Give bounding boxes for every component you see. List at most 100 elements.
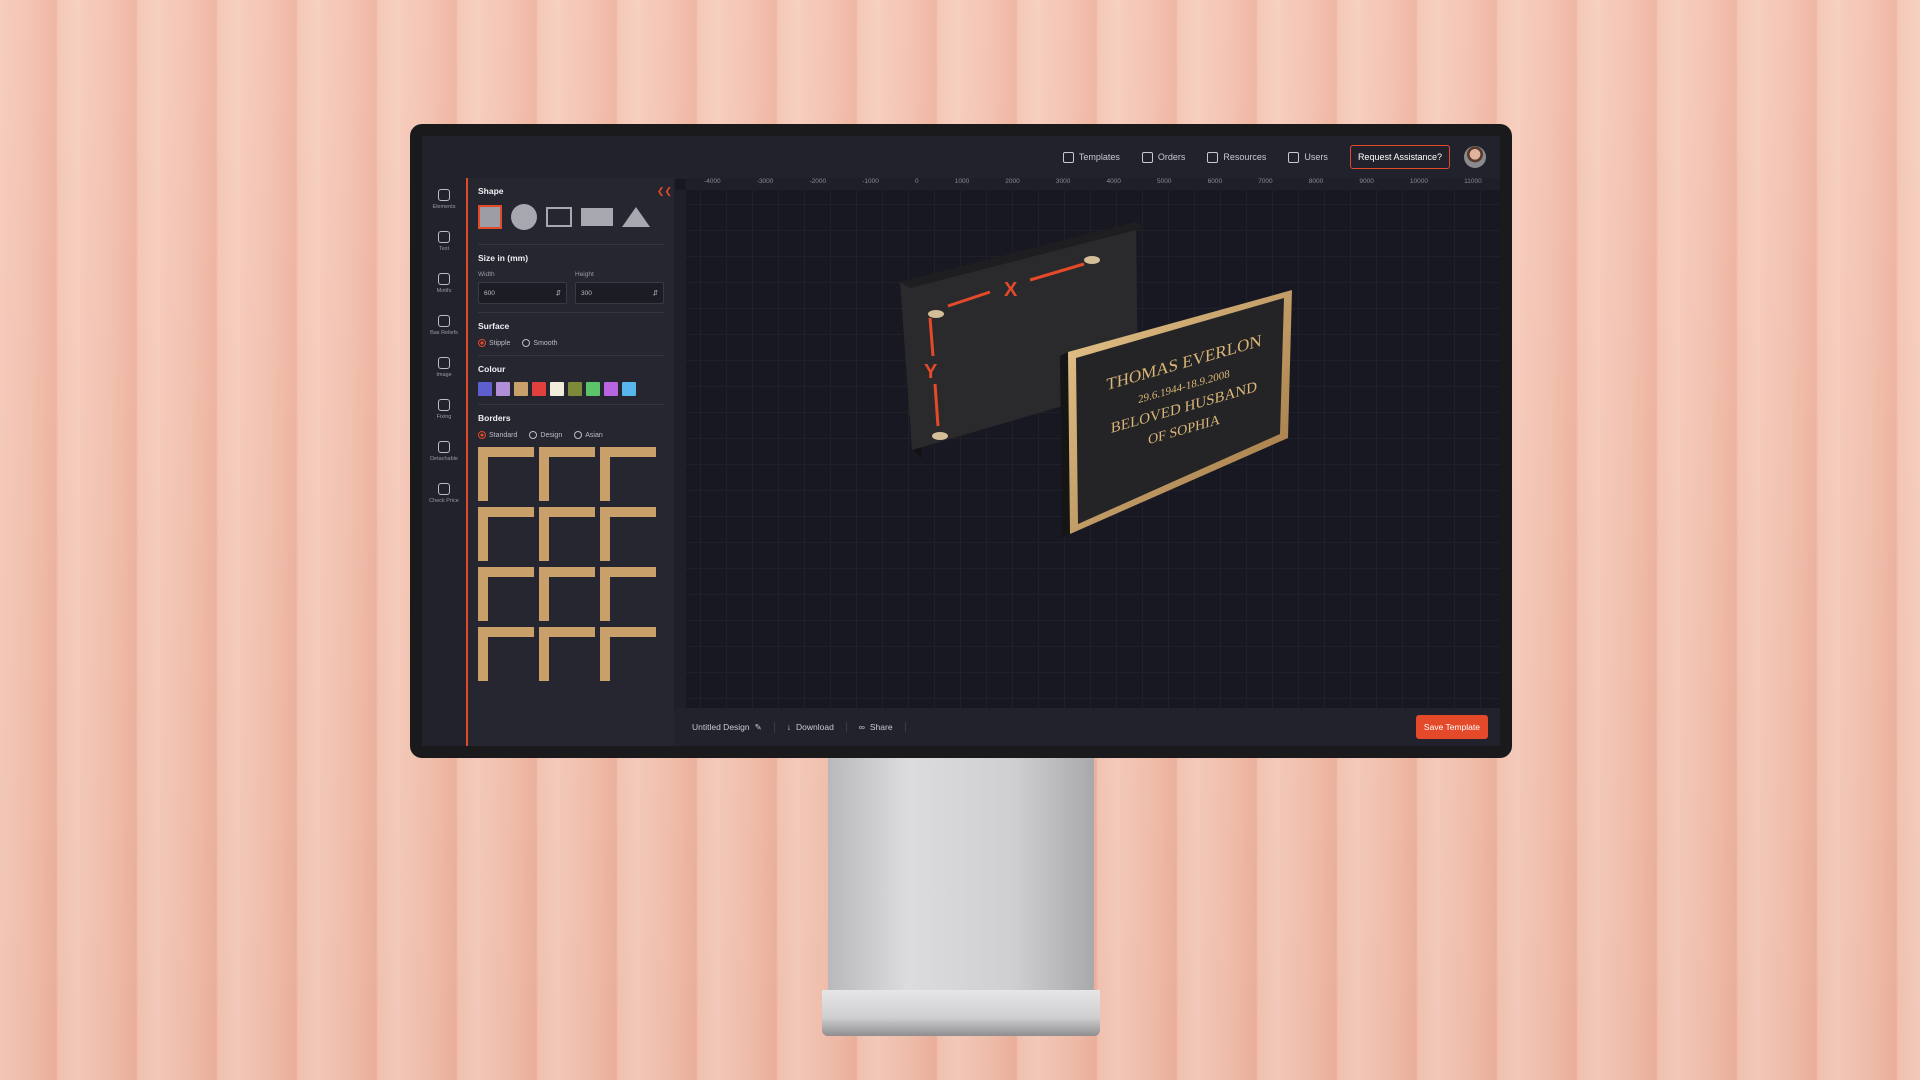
monitor-stand bbox=[828, 756, 1094, 996]
size-fields: Width 600 ⇵ Height 300 ⇵ bbox=[478, 271, 664, 304]
box-icon bbox=[1141, 151, 1153, 163]
colour-swatch[interactable] bbox=[550, 382, 564, 396]
height-value: 300 bbox=[581, 289, 592, 297]
fixing-pin bbox=[928, 310, 944, 318]
border-style-option[interactable] bbox=[539, 507, 595, 561]
border-styles-grid bbox=[478, 447, 664, 681]
save-template-button[interactable]: Save Template bbox=[1415, 715, 1488, 739]
nav-orders-label: Orders bbox=[1157, 152, 1186, 162]
stepper-icon[interactable]: ⇵ bbox=[556, 289, 561, 297]
border-style-option[interactable] bbox=[478, 627, 534, 681]
nav-templates[interactable]: Templates bbox=[1062, 151, 1120, 163]
border-options: Standard Design Asian bbox=[478, 431, 664, 439]
divider bbox=[478, 404, 664, 405]
bottom-bar: Untitled Design ✎ ↓ Download ∞ Share Sav… bbox=[674, 708, 1500, 746]
y-dimension-label: Y bbox=[924, 361, 938, 383]
colour-swatch[interactable] bbox=[622, 382, 636, 396]
border-asian-radio[interactable]: Asian bbox=[574, 431, 603, 439]
shape-circle-option[interactable] bbox=[511, 204, 537, 230]
image-icon bbox=[438, 356, 450, 369]
height-label: Height bbox=[575, 271, 594, 278]
border-standard-radio[interactable]: Standard bbox=[478, 431, 517, 439]
shape-title: Shape bbox=[478, 186, 504, 196]
border-asian-label: Asian bbox=[585, 431, 603, 439]
motif-icon bbox=[438, 272, 450, 285]
shape-square-option[interactable] bbox=[478, 205, 502, 229]
colour-swatch[interactable] bbox=[478, 382, 492, 396]
request-assistance-button[interactable]: Request Assistance? bbox=[1349, 145, 1450, 169]
avatar[interactable] bbox=[1464, 146, 1486, 168]
design-canvas[interactable]: -4000 -3000 -2000 -1000 0 1000 2000 3000 4000 500… bbox=[674, 178, 1500, 708]
border-style-option[interactable] bbox=[600, 567, 656, 621]
book-icon bbox=[1207, 151, 1219, 163]
shape-rectangle-option[interactable] bbox=[581, 208, 613, 226]
colour-swatch[interactable] bbox=[514, 382, 528, 396]
border-standard-label: Standard bbox=[489, 431, 518, 439]
border-style-option[interactable] bbox=[478, 447, 534, 501]
x-dimension-label: X bbox=[1004, 279, 1018, 301]
design-name-label: Untitled Design bbox=[692, 722, 750, 732]
border-style-option[interactable] bbox=[478, 567, 534, 621]
border-style-option[interactable] bbox=[600, 447, 656, 501]
shape-book-option[interactable] bbox=[546, 207, 572, 227]
colour-swatch[interactable] bbox=[586, 382, 600, 396]
width-value: 600 bbox=[484, 289, 495, 297]
download-button[interactable]: ↓ Download bbox=[787, 722, 847, 732]
borders-title: Borders bbox=[478, 413, 511, 423]
relief-icon bbox=[438, 314, 450, 327]
colour-swatch[interactable] bbox=[496, 382, 510, 396]
size-title: Size in (mm) bbox=[478, 253, 529, 263]
share-button[interactable]: ∞ Share bbox=[859, 722, 906, 732]
surface-stipple-radio[interactable]: Stipple bbox=[478, 339, 510, 347]
nav-orders[interactable]: Orders bbox=[1141, 151, 1186, 163]
wrench-icon bbox=[438, 398, 450, 411]
nav-users[interactable]: Users bbox=[1288, 151, 1328, 163]
download-icon: ↓ bbox=[786, 722, 792, 732]
properties-panel: ❮❮ Shape Size in (mm) Width 600 ⇵ Height bbox=[466, 178, 674, 746]
border-style-option[interactable] bbox=[539, 627, 595, 681]
nav-resources[interactable]: Resources bbox=[1207, 151, 1266, 163]
design-name[interactable]: Untitled Design ✎ bbox=[692, 721, 775, 733]
text-icon bbox=[438, 230, 450, 243]
colour-swatch[interactable] bbox=[568, 382, 582, 396]
width-label: Width bbox=[478, 271, 495, 278]
border-style-option[interactable] bbox=[539, 567, 595, 621]
sidebar-item-image[interactable]: Image bbox=[422, 346, 466, 388]
height-input[interactable]: 300 ⇵ bbox=[575, 282, 664, 304]
sidebar-item-label: Text bbox=[438, 245, 450, 252]
collapse-panel-icon[interactable]: ❮❮ bbox=[657, 186, 672, 197]
border-style-option[interactable] bbox=[539, 447, 595, 501]
colour-title: Colour bbox=[478, 364, 506, 374]
height-group: Height 300 ⇵ bbox=[575, 271, 664, 304]
sidebar-item-elements[interactable]: Elements bbox=[422, 178, 466, 220]
border-design-radio[interactable]: Design bbox=[529, 431, 562, 439]
sidebar-item-check-price[interactable]: Check Price bbox=[422, 472, 466, 514]
share-label: Share bbox=[869, 722, 893, 732]
sidebar: Elements Text Motifs Bas Reliefs Image F… bbox=[422, 178, 466, 746]
sidebar-item-detachable[interactable]: Detachable bbox=[422, 430, 466, 472]
pencil-icon[interactable]: ✎ bbox=[755, 722, 762, 733]
sidebar-item-label: Check Price bbox=[429, 497, 459, 504]
sidebar-item-motifs[interactable]: Motifs bbox=[422, 262, 466, 304]
detachable-icon bbox=[438, 440, 450, 453]
colour-swatch[interactable] bbox=[532, 382, 546, 396]
sidebar-item-bas-reliefs[interactable]: Bas Reliefs bbox=[422, 304, 466, 346]
monitor-base bbox=[822, 990, 1100, 1036]
sidebar-item-fixing[interactable]: Fixing bbox=[422, 388, 466, 430]
colour-swatches bbox=[478, 382, 664, 396]
stepper-icon[interactable]: ⇵ bbox=[653, 289, 658, 297]
colour-swatch[interactable] bbox=[604, 382, 618, 396]
surface-smooth-radio[interactable]: Smooth bbox=[522, 339, 558, 347]
border-style-option[interactable] bbox=[600, 507, 656, 561]
users-icon bbox=[1288, 151, 1300, 163]
divider bbox=[478, 244, 664, 245]
sidebar-item-text[interactable]: Text bbox=[422, 220, 466, 262]
border-style-option[interactable] bbox=[600, 627, 656, 681]
sidebar-item-label: Image bbox=[436, 371, 452, 378]
border-style-option[interactable] bbox=[478, 507, 534, 561]
width-group: Width 600 ⇵ bbox=[478, 271, 567, 304]
sidebar-item-label: Fixing bbox=[436, 413, 452, 420]
elements-icon bbox=[438, 188, 450, 201]
shape-mountain-option[interactable] bbox=[622, 207, 650, 227]
width-input[interactable]: 600 ⇵ bbox=[478, 282, 567, 304]
